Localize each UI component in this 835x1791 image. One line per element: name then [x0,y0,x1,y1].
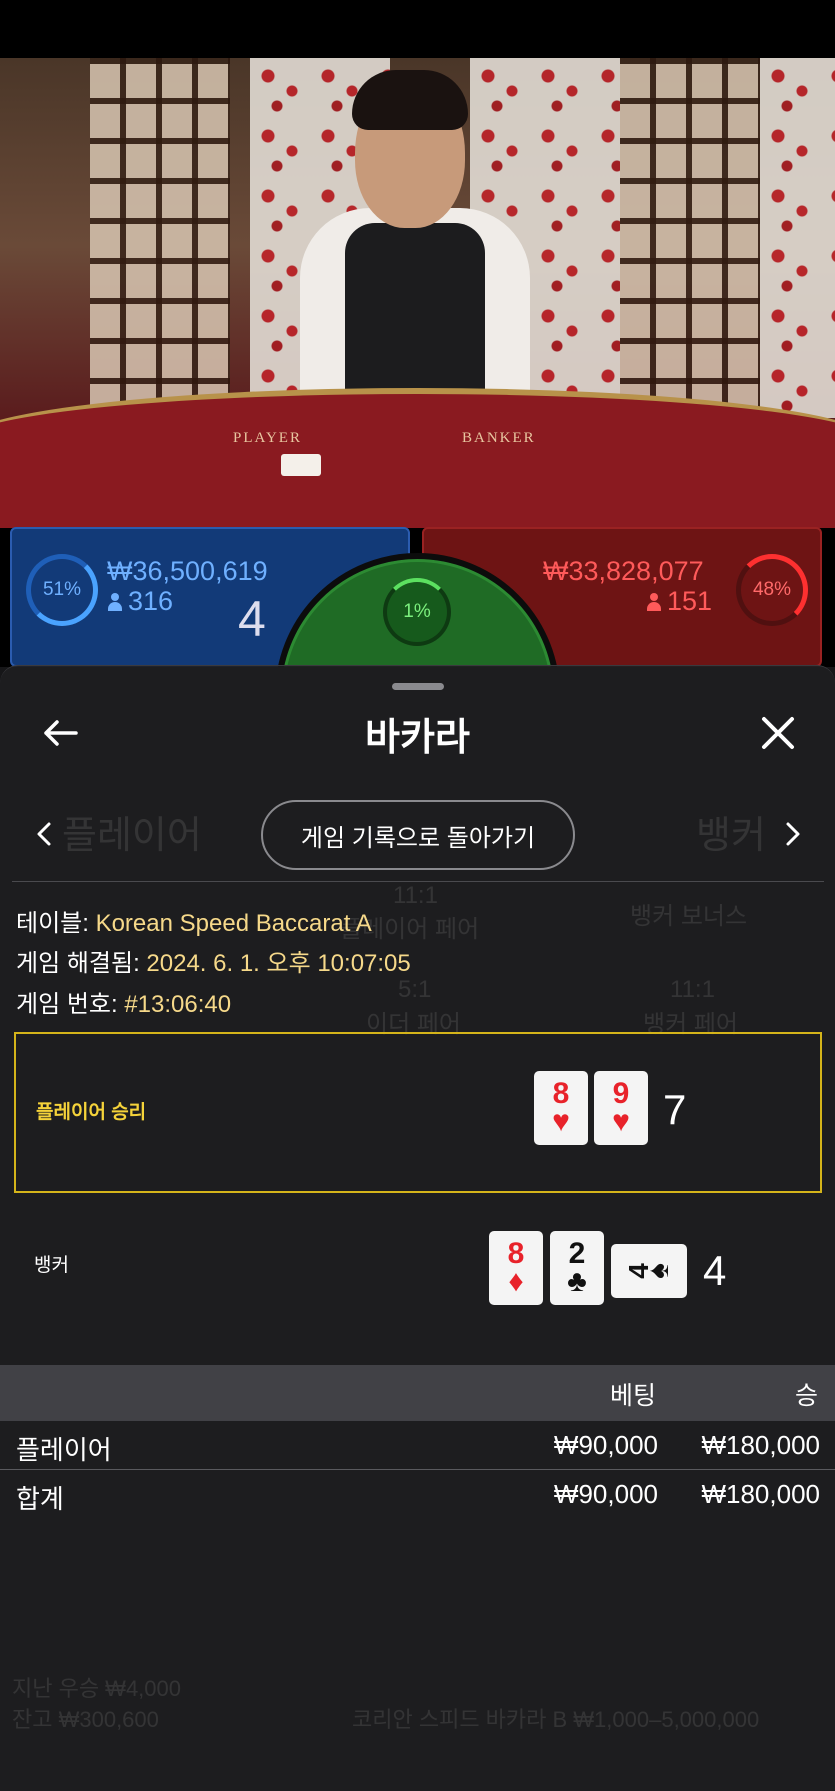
heart-icon: ♥ [552,1105,570,1138]
person-icon [647,593,661,611]
baccarat-table [0,388,835,528]
previous-game-button[interactable] [29,816,59,852]
banker-card-3: 4 ♠ [611,1244,687,1298]
round-info: 게임 번호: #13:06:40 [16,984,231,1019]
player-win-label: 플레이어 승리 [36,1102,147,1123]
bg-payout-11b: 11:1 [670,976,715,1003]
tie-percent-ring: 1% [383,578,451,646]
bg-banker-tab: 뱅커 [696,815,766,857]
player-total-bets: ₩36,500,619 [107,556,268,586]
resolved-info: 게임 해결됨: 2024. 6. 1. 오후 10:07:05 [16,943,411,978]
row-total-win: ₩180,000 [701,1479,820,1509]
bg-banker-bonus: 뱅커 보너스 [630,903,748,930]
row-player-win: ₩180,000 [701,1430,820,1460]
row-divider [0,1469,835,1470]
table-label: 테이블: [16,910,96,937]
bg-balance: 잔고 ₩300,600 [12,1707,159,1732]
banker-hand-total: 4 [703,1247,727,1294]
row-total-bet: ₩90,000 [553,1479,658,1509]
bg-player-tab: 플레이어 [62,815,202,857]
player-percent-ring: 51% [26,554,98,626]
banker-hand-row: 뱅커 8 ♦ 2 ♣ 4 ♠ 4 [14,1195,822,1356]
person-icon [108,593,122,611]
row-player-bet: ₩90,000 [553,1430,658,1460]
player-bettor-count: 316 [108,586,173,617]
back-to-history-button[interactable]: 게임 기록으로 돌아가기 [261,800,575,870]
player-hand-total: 7 [663,1086,687,1133]
banker-count-value: 151 [667,586,713,616]
diamond-icon: ♦ [508,1265,524,1298]
header-bet: 베팅 [610,1382,657,1410]
dealt-card [281,454,321,476]
bg-last-win: 지난 우승 ₩4,000 [12,1676,182,1701]
lattice-panel-right [620,58,760,418]
resolved-value: 2024. 6. 1. 오후 10:07:05 [146,950,411,977]
round-value: #13:06:40 [124,991,232,1018]
live-video: PLAYER BANKER [0,58,835,528]
player-score: 4 [238,591,266,647]
next-game-button[interactable] [778,816,808,852]
banker-percent: 48% [752,579,792,600]
header-divider [12,881,824,882]
felt-player-label: PLAYER [233,430,302,446]
banker-label: 뱅커 [34,1255,69,1276]
dealer-hair [352,70,468,130]
player-hand-row: 플레이어 승리 8 ♥ 9 ♥ 7 [14,1032,822,1193]
status-bar [0,0,835,58]
close-button[interactable] [755,710,801,756]
table-value: Korean Speed Baccarat A [95,910,372,937]
heart-icon: ♥ [612,1105,630,1138]
bets-table-header [0,1365,835,1421]
bg-payout-11: 11:1 [393,882,438,909]
blossom-panel-edge [760,58,835,418]
club-icon: ♣ [567,1265,587,1298]
player-count-value: 316 [128,586,174,616]
header-win: 승 [795,1382,819,1410]
bg-table-limits: 코리안 스피드 바카라 B ₩1,000–5,000,000 [352,1707,760,1732]
chevron-right-icon [786,822,800,846]
sheet-drag-handle[interactable] [392,683,444,690]
banker-bettor-count: 151 [647,586,712,617]
sheet-title: 바카라 [365,717,470,759]
banker-card-2: 2 ♣ [550,1231,604,1305]
resolved-label: 게임 해결됨: [16,950,147,977]
chevron-left-icon [37,822,51,846]
player-card-1: 8 ♥ [534,1071,588,1145]
lattice-panel-left [90,58,230,418]
player-percent: 51% [42,579,82,600]
banker-percent-ring: 48% [736,554,808,626]
felt-banker-label: BANKER [462,430,536,446]
row-total-label: 합계 [16,1484,64,1514]
row-player-label: 플레이어 [16,1435,112,1465]
banker-card-1: 8 ♦ [489,1231,543,1305]
player-card-2: 9 ♥ [594,1071,648,1145]
banker-total-bets: ₩33,828,077 [543,556,704,586]
round-label: 게임 번호: [16,991,125,1018]
table-info: 테이블: Korean Speed Baccarat A [16,903,372,938]
bg-payout-5: 5:1 [398,976,432,1003]
tie-percent: 1% [403,601,431,622]
spade-icon: ♠ [641,1263,675,1279]
close-icon [762,717,794,749]
